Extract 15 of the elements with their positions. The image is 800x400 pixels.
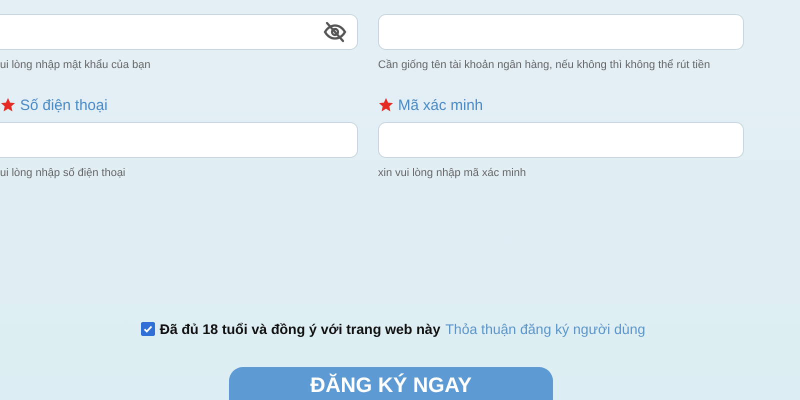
- agreement-text: Đã đủ 18 tuổi và đồng ý với trang web này: [160, 321, 440, 337]
- user-agreement-link[interactable]: Thỏa thuận đăng ký người dùng: [445, 321, 646, 337]
- field-hint: ui lòng nhập mật khẩu của bạn: [0, 59, 152, 71]
- hidden-eye-icon[interactable]: [323, 20, 347, 44]
- input-field[interactable]: [378, 14, 744, 50]
- field-hint: xin vui lòng nhập mã xác minh: [378, 167, 527, 179]
- password-field[interactable]: [0, 14, 358, 50]
- field-hint: ui lòng nhập số điện thoại: [0, 167, 126, 179]
- field-label: Mã xác minh: [398, 96, 484, 114]
- input-field[interactable]: [0, 122, 358, 158]
- input-field[interactable]: [378, 122, 744, 158]
- field-hint: Cần giống tên tài khoản ngân hàng, nếu không thì không thể rút tiền: [378, 59, 712, 71]
- field-label: Số điện thoại: [20, 96, 108, 114]
- register-button[interactable]: ĐĂNG KÝ NGAY: [229, 367, 553, 400]
- agree-checkbox[interactable]: [140, 322, 155, 336]
